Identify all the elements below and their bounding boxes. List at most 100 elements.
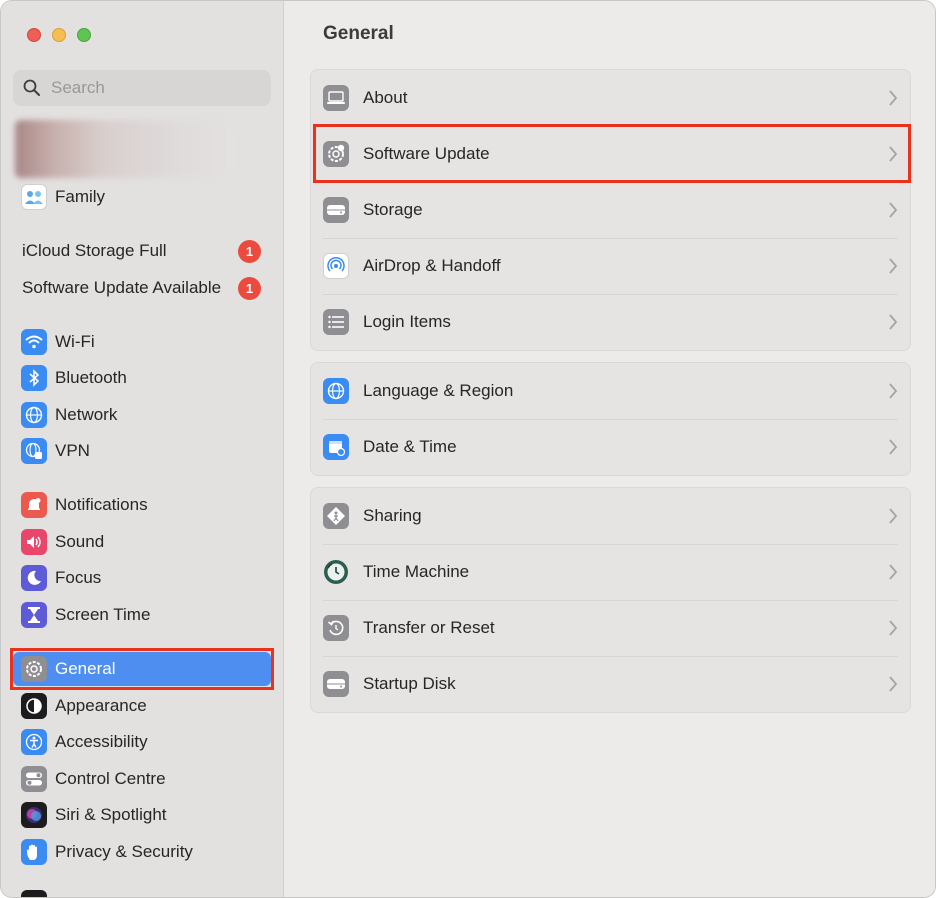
vpn-icon [21,438,47,464]
hourglass-icon [21,602,47,628]
sidebar-item-screen-time[interactable]: Screen Time [13,598,271,632]
sidebar-item-label: Screen Time [55,605,151,624]
row-time-machine[interactable]: Time Machine [311,544,910,600]
row-label: Login Items [363,312,451,331]
sidebar-item-siri-spotlight[interactable]: Siri & Spotlight [13,798,271,832]
sidebar-item-bluetooth[interactable]: Bluetooth [13,361,271,395]
sidebar-item-family[interactable]: Family [13,180,271,214]
sidebar-item-label: Privacy & Security [55,842,193,861]
row-label: Date & Time [363,437,457,456]
alert-label: Software Update Available [22,278,222,297]
row-date-time[interactable]: Date & Time [311,419,910,475]
chevron-right-icon [889,620,898,636]
row-transfer-reset[interactable]: Transfer or Reset [311,600,910,656]
row-sharing[interactable]: Sharing [311,488,910,544]
search-icon [23,79,41,97]
chevron-right-icon [889,383,898,399]
page-title: General [323,23,394,44]
row-login-items[interactable]: Login Items [311,294,910,350]
sidebar-alert-software-update[interactable]: Software Update Available 1 [13,271,271,305]
row-language-region[interactable]: Language & Region [311,363,910,419]
gear-badge-icon [323,141,349,167]
sidebar-item-general[interactable]: General [13,652,271,686]
settings-group-region: Language & Region Date & Time [310,362,911,476]
sidebar-item-notifications[interactable]: Notifications [13,488,271,522]
moon-icon [21,565,47,591]
sidebar-alert-icloud[interactable]: iCloud Storage Full 1 [13,234,271,268]
accessibility-icon [21,729,47,755]
speaker-icon [21,529,47,555]
sidebar-item-label: General [55,659,116,678]
time-machine-icon [323,559,349,585]
chevron-right-icon [889,564,898,580]
sidebar-item-label: Focus [55,568,102,587]
search-field[interactable] [13,70,271,106]
sharing-icon [323,503,349,529]
sidebar-item-vpn[interactable]: VPN [13,434,271,468]
sidebar-item-label: Sound [55,532,105,551]
calendar-clock-icon [323,434,349,460]
alert-badge: 1 [238,239,261,263]
chevron-right-icon [889,202,898,218]
chevron-right-icon [889,146,898,162]
row-about[interactable]: About [311,70,910,126]
sidebar-item-label: Control Centre [55,769,166,788]
row-label: Storage [363,200,423,219]
alert-label: iCloud Storage Full [22,241,167,260]
sidebar-item-label: Family [55,187,106,206]
row-label: AirDrop & Handoff [363,256,501,275]
sidebar-item-label: VPN [55,441,90,460]
settings-group-sharing: Sharing Time Machine Transfer or Reset S… [310,487,911,713]
row-label: Sharing [363,506,422,525]
wifi-icon [21,329,47,355]
control-centre-icon [21,766,47,792]
sidebar-item-label: Network [55,405,118,424]
network-icon [21,402,47,428]
airdrop-icon [323,253,349,279]
sidebar-item-partial [21,890,47,897]
row-startup-disk[interactable]: Startup Disk [311,656,910,712]
sidebar-item-control-centre[interactable]: Control Centre [13,762,271,796]
sidebar-item-network[interactable]: Network [13,398,271,432]
row-software-update[interactable]: Software Update [311,126,910,182]
window-controls [27,28,91,42]
row-label: About [363,88,408,107]
sidebar-item-label: Accessibility [55,732,148,751]
chevron-right-icon [889,258,898,274]
search-input[interactable] [49,77,249,99]
minimize-button[interactable] [52,28,66,42]
sidebar-item-label: Wi-Fi [55,332,95,351]
content-pane: General About Software Update Storage Ai… [285,1,935,897]
row-label: Time Machine [363,562,470,581]
sidebar-item-label: Siri & Spotlight [55,805,167,824]
sidebar-item-focus[interactable]: Focus [13,561,271,595]
family-icon [21,184,47,210]
sidebar-item-privacy-security[interactable]: Privacy & Security [13,835,271,869]
bell-icon [21,492,47,518]
sidebar-item-accessibility[interactable]: Accessibility [13,725,271,759]
drive-icon [323,197,349,223]
sidebar-item-wifi[interactable]: Wi-Fi [13,325,271,359]
close-button[interactable] [27,28,41,42]
siri-icon [21,802,47,828]
sidebar-item-label: Bluetooth [55,368,127,387]
list-icon [323,309,349,335]
chevron-right-icon [889,439,898,455]
row-label: Language & Region [363,381,514,400]
laptop-icon [323,85,349,111]
hand-icon [21,839,47,865]
bluetooth-icon [21,365,47,391]
sidebar-item-sound[interactable]: Sound [13,525,271,559]
globe-icon [323,378,349,404]
chevron-right-icon [889,314,898,330]
chevron-right-icon [889,508,898,524]
chevron-right-icon [889,90,898,106]
sidebar-item-appearance[interactable]: Appearance [13,689,271,723]
row-airdrop-handoff[interactable]: AirDrop & Handoff [311,238,910,294]
appearance-icon [21,693,47,719]
zoom-button[interactable] [77,28,91,42]
row-storage[interactable]: Storage [311,182,910,238]
account-profile[interactable] [15,120,233,178]
alert-badge: 1 [238,276,261,300]
settings-group-system: About Software Update Storage AirDrop & … [310,69,911,351]
